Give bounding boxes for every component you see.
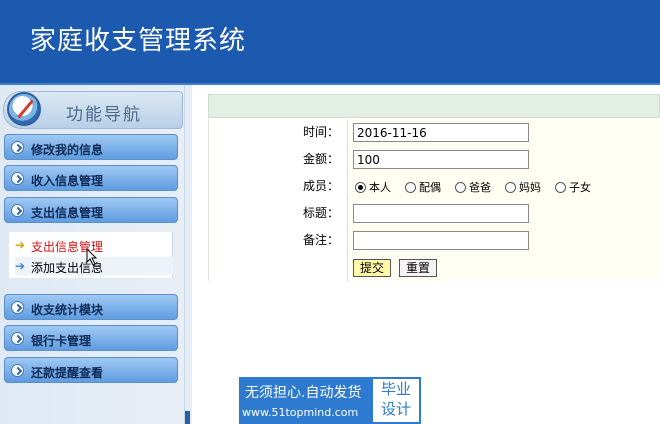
menu-label: 银行卡管理 [31, 334, 92, 348]
radio-children[interactable]: 子女 [555, 179, 591, 195]
form-row-member: 成员： 本人 配偶 爸爸 妈妈 子女 [208, 173, 660, 200]
menu-repayment-reminder[interactable]: 还款提醒查看 [4, 357, 178, 383]
title-cell [349, 200, 660, 227]
member-label: 成员： [208, 173, 348, 200]
menu-edit-my-info[interactable]: 修改我的信息 [4, 134, 178, 160]
arrow-right-icon: ➔ [15, 259, 26, 273]
radio-button[interactable] [555, 181, 566, 193]
app-title: 家庭收支管理系统 [30, 26, 247, 56]
amount-label: 金额： [208, 146, 348, 173]
radio-father[interactable]: 爸爸 [455, 179, 491, 195]
note-input[interactable] [353, 231, 529, 250]
radio-label: 配偶 [419, 181, 441, 194]
menu-label: 收入信息管理 [31, 174, 104, 188]
radio-label: 子女 [569, 181, 591, 194]
watermark-badge-line1: 毕业 [380, 380, 411, 398]
chevron-right-icon [11, 141, 24, 154]
chevron-right-icon [11, 301, 24, 314]
amount-input[interactable] [353, 150, 529, 169]
note-cell [349, 227, 660, 254]
chevron-right-icon [11, 204, 24, 217]
radio-button[interactable] [505, 181, 516, 193]
sidebar-scrollbar-thumb[interactable] [185, 411, 190, 424]
watermark-url: www.51topmind.com [242, 406, 359, 419]
radio-label: 爸爸 [469, 181, 491, 194]
menu-label: 修改我的信息 [31, 143, 104, 157]
time-label: 时间： [208, 119, 348, 146]
radio-label: 本人 [369, 181, 391, 194]
sidebar: 功能导航 修改我的信息 收入信息管理 支出信息管理 ➔ 支出信息管理 ➔ 添加支… [0, 85, 192, 424]
radio-button[interactable] [405, 181, 416, 193]
actions-label-cell [208, 254, 348, 281]
actions-cell: 提交 重置 [349, 254, 660, 281]
submit-button[interactable]: 提交 [353, 259, 392, 277]
form-row-actions: 提交 重置 [208, 254, 660, 281]
chevron-right-icon [11, 332, 24, 345]
menu-income-management[interactable]: 收入信息管理 [4, 165, 178, 191]
chevron-right-icon [11, 172, 24, 185]
compass-icon [7, 92, 41, 126]
title-label: 标题： [208, 200, 348, 227]
form-row-amount: 金额： [208, 146, 660, 173]
chevron-right-icon [11, 364, 24, 377]
reset-button[interactable]: 重置 [399, 259, 438, 277]
amount-cell [349, 146, 660, 173]
sidebar-scrollbar[interactable] [184, 85, 192, 424]
form-row-note: 备注： [208, 227, 660, 254]
app-header: 家庭收支管理系统 [0, 0, 660, 85]
form-row-title: 标题： [208, 200, 660, 227]
mouse-cursor-icon [86, 248, 98, 266]
watermark-badge: 毕业 设计 [373, 379, 419, 422]
menu-label: 支出信息管理 [31, 206, 104, 220]
title-input[interactable] [353, 204, 529, 223]
nav-header: 功能导航 [3, 91, 183, 129]
arrow-right-icon: ➔ [15, 238, 26, 252]
time-input[interactable] [353, 123, 529, 142]
radio-self[interactable]: 本人 [355, 179, 391, 195]
form-row-time: 时间： [208, 119, 660, 146]
menu-label: 还款提醒查看 [31, 366, 104, 380]
radio-button[interactable] [455, 181, 466, 193]
radio-mother[interactable]: 妈妈 [505, 179, 541, 195]
member-radio-group: 本人 配偶 爸爸 妈妈 子女 [355, 179, 605, 195]
expense-form: 时间： 金额： 成员： 本人 配偶 爸爸 妈妈 子女 标题： 备注： [208, 94, 660, 284]
note-label: 备注： [208, 227, 348, 254]
radio-label: 妈妈 [519, 181, 541, 194]
form-header-bar [208, 94, 660, 118]
nav-title: 功能导航 [66, 105, 142, 125]
member-cell: 本人 配偶 爸爸 妈妈 子女 [349, 173, 660, 200]
radio-button[interactable] [355, 181, 366, 193]
watermark-line1: 无须担心.自动发货 [245, 385, 362, 401]
time-cell [349, 119, 660, 146]
watermark-badge-line2: 设计 [380, 400, 411, 418]
menu-label: 收支统计模块 [31, 303, 104, 317]
radio-spouse[interactable]: 配偶 [405, 179, 441, 195]
menu-bank-card-management[interactable]: 银行卡管理 [4, 325, 178, 351]
menu-statistics-module[interactable]: 收支统计模块 [4, 294, 178, 320]
watermark-banner: 无须担心.自动发货 www.51topmind.com 毕业 设计 [239, 377, 421, 424]
menu-expense-management[interactable]: 支出信息管理 [4, 197, 178, 223]
